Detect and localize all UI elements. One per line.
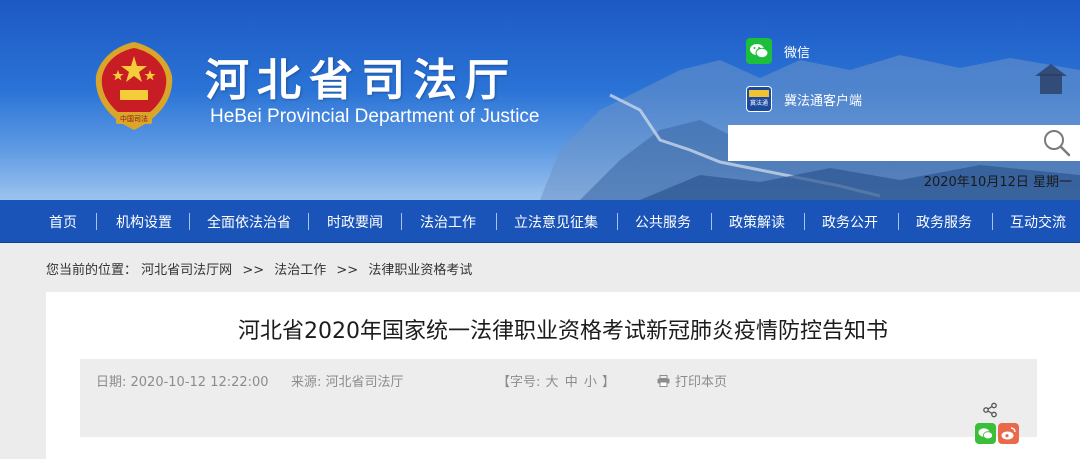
nav-item-government-services[interactable]: 政务服务 (916, 212, 972, 232)
article-meta-box: 日期: 2020-10-12 12:22:00 来源: 河北省司法厅 【字号: … (80, 359, 1037, 437)
font-size-large-link[interactable]: 大 (546, 375, 559, 390)
nav-item-legislation-feedback[interactable]: 立法意见征集 (514, 212, 598, 232)
wechat-icon (746, 38, 772, 64)
nav-item-legal-work[interactable]: 法治工作 (420, 212, 476, 232)
breadcrumb: 您当前的位置： 河北省司法厅网 >> 法治工作 >> 法律职业资格考试 (46, 259, 472, 278)
wechat-link[interactable]: 微信 (746, 38, 810, 64)
nav-item-public-services[interactable]: 公共服务 (635, 212, 691, 232)
share-icon[interactable] (982, 402, 998, 418)
nav-item-government-affairs[interactable]: 政务公开 (822, 212, 878, 232)
breadcrumb-link-home[interactable]: 河北省司法厅网 (141, 263, 232, 278)
nav-item-current-affairs[interactable]: 时政要闻 (327, 212, 383, 232)
nav-divider (992, 213, 993, 230)
font-size-selector: 【字号: 大 中 小 】 (497, 371, 615, 390)
font-size-small-link[interactable]: 小 (584, 375, 597, 390)
nav-divider (401, 213, 402, 230)
site-title: 河北省司法厅 (205, 55, 517, 106)
nav-item-policy-interpretation[interactable]: 政策解读 (729, 212, 785, 232)
current-date: 2020年10月12日 星期一 (923, 175, 1072, 190)
share-wechat-icon[interactable] (975, 423, 996, 444)
share-weibo-icon[interactable] (998, 423, 1019, 444)
nav-item-organization[interactable]: 机构设置 (116, 212, 172, 232)
nav-item-rule-of-law[interactable]: 全面依法治省 (207, 212, 291, 232)
search-icon[interactable] (1040, 126, 1074, 160)
breadcrumb-separator: >> (336, 263, 359, 278)
breadcrumb-link-legal-work[interactable]: 法治工作 (274, 263, 326, 278)
svg-text:冀法通: 冀法通 (750, 99, 768, 107)
header-banner: 中国司法 河北省司法厅 HeBei Provincial Department … (0, 0, 1080, 200)
site-subtitle: HeBei Provincial Department of Justice (210, 106, 540, 127)
breadcrumb-prefix: 您当前的位置： (46, 263, 138, 278)
main-nav: 首页 机构设置 全面依法治省 时政要闻 法治工作 立法意见征集 公共服务 政策解… (0, 200, 1080, 243)
print-page-link[interactable]: 打印本页 (657, 371, 727, 390)
nav-divider (898, 213, 899, 230)
breadcrumb-separator: >> (242, 263, 265, 278)
svg-text:中国司法: 中国司法 (120, 114, 148, 123)
print-page-label: 打印本页 (675, 375, 728, 390)
breadcrumb-link-exam[interactable]: 法律职业资格考试 (368, 263, 472, 278)
nav-divider (711, 213, 712, 230)
wechat-label: 微信 (784, 45, 811, 61)
nav-divider (617, 213, 618, 230)
jifatong-app-icon: 冀法通 (746, 86, 772, 112)
article-date: 日期: 2020-10-12 12:22:00 (96, 375, 269, 390)
article-source: 来源: 河北省司法厅 (291, 375, 404, 390)
printer-icon (657, 374, 670, 387)
justice-emblem-logo: 中国司法 (95, 42, 173, 130)
article-title: 河北省2020年国家统一法律职业资格考试新冠肺炎疫情防控告知书 (238, 319, 888, 344)
nav-divider (804, 213, 805, 230)
jifatong-client-link[interactable]: 冀法通 冀法通客户端 (746, 86, 862, 112)
article-panel: 河北省2020年国家统一法律职业资格考试新冠肺炎疫情防控告知书 日期: 2020… (46, 292, 1080, 459)
font-size-prefix: 【字号: (497, 375, 541, 390)
font-size-medium-link[interactable]: 中 (565, 375, 578, 390)
search-input[interactable] (728, 125, 1080, 161)
nav-item-interaction[interactable]: 互动交流 (1010, 212, 1066, 232)
font-size-suffix: 】 (602, 375, 616, 390)
nav-divider (496, 213, 497, 230)
nav-divider (308, 213, 309, 230)
nav-item-home[interactable]: 首页 (49, 212, 77, 232)
nav-divider (96, 213, 97, 230)
nav-divider (189, 213, 190, 230)
jifatong-label: 冀法通客户端 (784, 93, 863, 109)
